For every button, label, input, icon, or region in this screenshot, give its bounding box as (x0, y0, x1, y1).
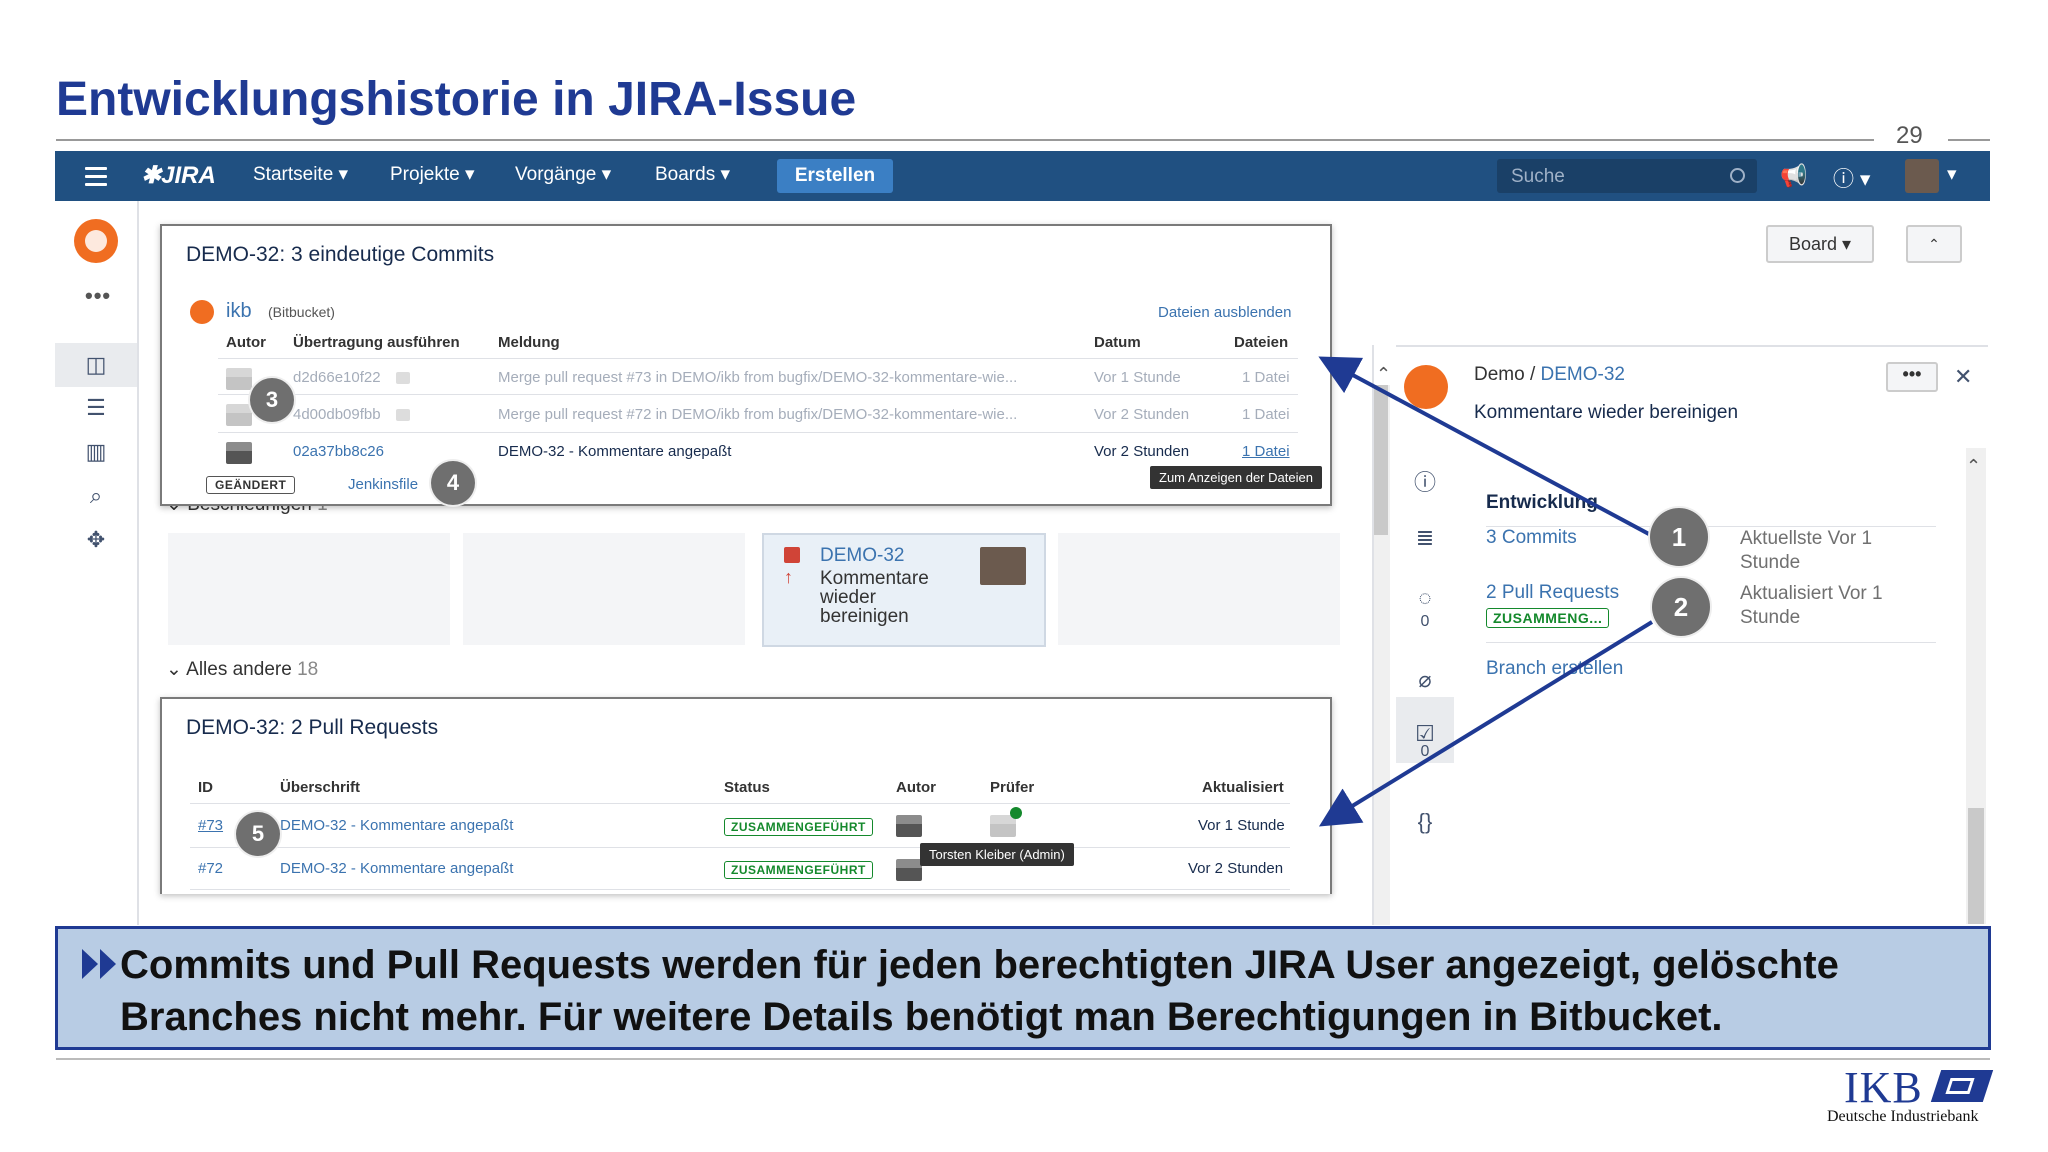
caption-line-1: Commits und Pull Requests werden für jed… (120, 943, 1839, 987)
arrow-to-commits (1318, 356, 1661, 542)
callout-3: 3 (250, 378, 294, 422)
callout-5: 5 (236, 812, 280, 856)
caption-line-2: Branches nicht mehr. Für weitere Details… (120, 995, 1723, 1039)
caption-arrow-icon (82, 949, 98, 979)
arrow-to-pull-requests (1318, 620, 1654, 827)
caption-text: Commits und Pull Requests werden für jed… (120, 939, 1980, 1043)
footer-divider (56, 1058, 1990, 1060)
caption-box: Commits und Pull Requests werden für jed… (55, 926, 1991, 1050)
ikb-brand: IKB (1844, 1063, 1923, 1112)
callout-4: 4 (431, 461, 475, 505)
callout-2: 2 (1652, 578, 1710, 636)
callout-1: 1 (1650, 508, 1708, 566)
caption-arrow-icon (100, 949, 116, 979)
ikb-logo-icon (1930, 1070, 1994, 1102)
ikb-subtitle: Deutsche Industriebank (1827, 1108, 1979, 1125)
